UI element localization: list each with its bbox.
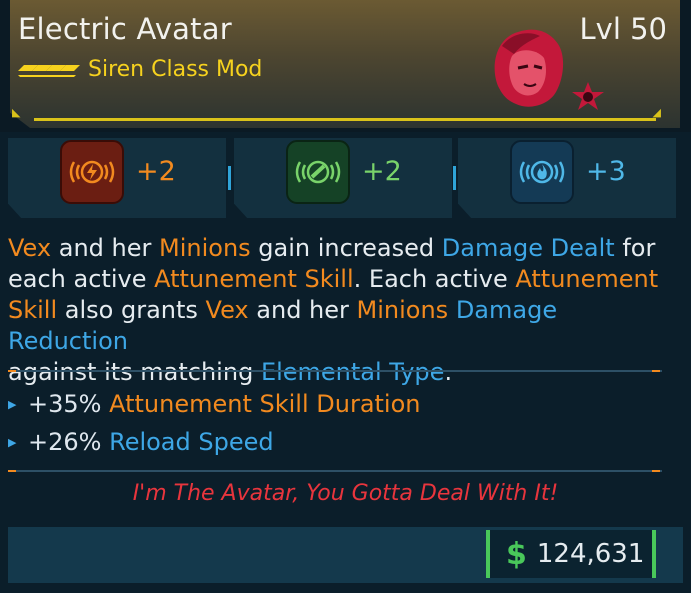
fire-attunement-icon xyxy=(510,140,574,204)
price-amount: 124,631 xyxy=(536,539,645,569)
dollar-icon: $ xyxy=(506,536,527,572)
lightning-attunement-icon xyxy=(60,140,124,204)
description-line: against its matching Elemental Type. xyxy=(8,358,453,386)
item-name: Electric Avatar xyxy=(18,12,232,46)
slot-lightning-value: +2 xyxy=(136,156,176,187)
slot-separator xyxy=(228,166,231,190)
stat-label: Reload Speed xyxy=(109,428,274,456)
corner-marker-right: ◢ xyxy=(652,106,661,119)
description-line: each active Attunement Skill. Each activ… xyxy=(8,265,659,293)
stat-row: ▶ +26% Reload Speed xyxy=(8,423,683,461)
price-box: $ 124,631 xyxy=(486,530,656,578)
slot-fire: +3 xyxy=(458,138,676,218)
description-line: Skill also grants Vex and her Minions Da… xyxy=(8,296,558,355)
section-divider xyxy=(10,370,662,372)
stat-list: ▶ +35% Attunement Skill Duration ▶ +26% … xyxy=(8,385,683,461)
bullet-arrow-icon: ▶ xyxy=(8,397,17,411)
stat-row: ▶ +35% Attunement Skill Duration xyxy=(8,385,683,423)
corrosive-attunement-icon xyxy=(286,140,350,204)
item-card: Electric Avatar Lvl 50 Siren Class Mod ◣… xyxy=(0,0,691,593)
rarity-row: Siren Class Mod xyxy=(18,57,262,82)
divider-tick xyxy=(652,370,660,372)
item-subtitle: Siren Class Mod xyxy=(88,57,263,82)
slot-lightning: +2 xyxy=(8,138,226,218)
flavor-text: I'm The Avatar, You Gotta Deal With It! xyxy=(132,481,559,506)
attunement-slots: +2 +2 +3 xyxy=(8,138,683,218)
legendary-chevrons-icon xyxy=(18,64,80,77)
corner-marker-left: ◣ xyxy=(12,106,21,119)
bullet-arrow-icon: ▶ xyxy=(8,435,17,449)
slot-corrosive: +2 xyxy=(234,138,452,218)
slot-fire-value: +3 xyxy=(586,156,626,187)
slot-separator xyxy=(453,166,456,190)
divider-tick xyxy=(8,370,16,372)
slot-corrosive-value: +2 xyxy=(362,156,402,187)
section-divider xyxy=(10,470,662,472)
divider-tick xyxy=(652,470,660,472)
description-line: Vex and her Minions gain increased Damag… xyxy=(8,234,656,262)
item-description: Vex and her Minions gain increased Damag… xyxy=(8,233,683,388)
vex-portrait-icon xyxy=(494,29,604,110)
divider-tick xyxy=(8,470,16,472)
stat-value: +26% xyxy=(28,428,102,456)
stat-label: Attunement Skill Duration xyxy=(109,390,421,418)
header-divider xyxy=(34,118,656,121)
stat-value: +35% xyxy=(28,390,102,418)
